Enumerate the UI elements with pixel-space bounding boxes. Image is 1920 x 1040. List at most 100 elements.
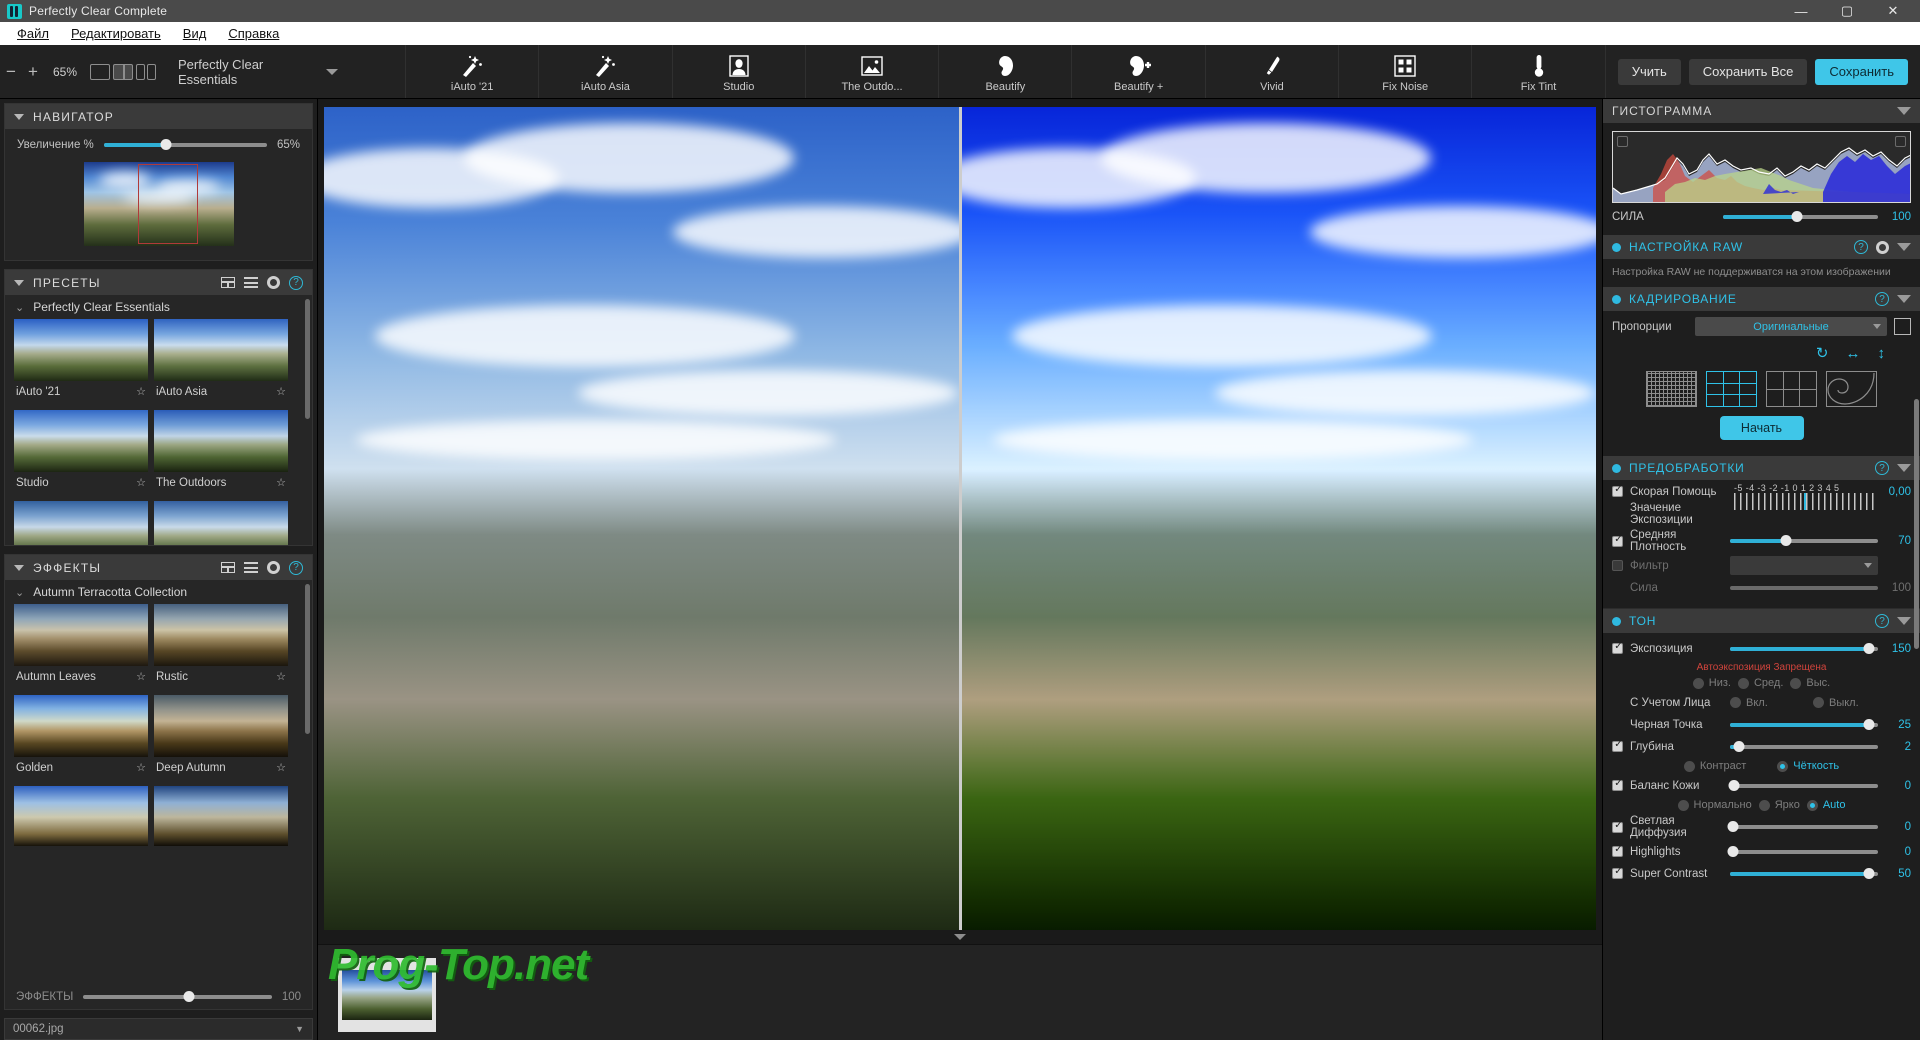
overlay-dense-grid[interactable] <box>1646 371 1697 407</box>
file-selector[interactable]: 00062.jpg ▼ <box>4 1018 313 1040</box>
effect-item[interactable]: Deep Autumn ☆ <box>154 695 288 780</box>
side-by-side-view-icon[interactable] <box>136 63 156 80</box>
chevron-down-icon[interactable]: ▼ <box>295 1024 304 1034</box>
save-button[interactable]: Сохранить <box>1815 58 1908 85</box>
preset-item[interactable]: Beautify☆ <box>14 501 148 545</box>
favorite-star-icon[interactable]: ☆ <box>276 385 286 398</box>
overlay-golden-spiral[interactable] <box>1826 371 1877 407</box>
density-checkbox[interactable] <box>1612 534 1624 547</box>
split-view-icon[interactable] <box>113 63 133 80</box>
toolbar-item-studio[interactable]: Studio <box>671 45 805 98</box>
toolbar-item-iauto21[interactable]: iAuto '21 <box>405 45 538 98</box>
gear-icon[interactable] <box>267 561 280 574</box>
flip-vertical-icon[interactable]: ↕ <box>1878 345 1886 362</box>
effect-item-partial[interactable] <box>14 786 148 846</box>
grid-view-icon[interactable] <box>221 277 235 288</box>
super-contrast-slider[interactable] <box>1730 867 1878 879</box>
maximize-button[interactable]: ▢ <box>1824 0 1870 22</box>
chevron-down-icon[interactable] <box>1897 295 1911 303</box>
help-icon[interactable]: ? <box>289 275 303 290</box>
minimize-button[interactable]: — <box>1778 0 1824 22</box>
crop-header[interactable]: КАДРИРОВАНИЕ ? <box>1603 287 1920 311</box>
overlay-thirds-grid[interactable] <box>1706 371 1757 407</box>
image-after-pane[interactable] <box>961 107 1596 930</box>
image-before-pane[interactable] <box>324 107 959 930</box>
section-enabled-dot-icon[interactable] <box>1612 616 1621 626</box>
image-viewer[interactable] <box>324 107 1596 930</box>
chevron-down-icon[interactable] <box>1897 617 1911 625</box>
tone-exposure-slider[interactable] <box>1730 642 1878 654</box>
preset-item[interactable]: Studio ☆ <box>14 410 148 495</box>
grid-view-icon[interactable] <box>221 562 235 573</box>
toolbar-item-fix-tint[interactable]: Fix Tint <box>1471 45 1604 98</box>
favorite-star-icon[interactable]: ☆ <box>276 670 286 683</box>
face-aware-on[interactable]: Вкл. <box>1730 697 1806 709</box>
presets-scrollbar[interactable] <box>305 299 310 419</box>
filter-checkbox[interactable] <box>1612 560 1623 571</box>
list-view-icon[interactable] <box>244 562 258 573</box>
help-icon[interactable]: ? <box>1854 240 1868 254</box>
skin-balance-slider[interactable] <box>1728 779 1878 791</box>
effects-group-row[interactable]: ⌄ Autumn Terracotta Collection <box>5 580 312 604</box>
crop-icon[interactable] <box>1894 318 1911 335</box>
depth-mode-clarity[interactable]: Чёткость <box>1777 760 1839 772</box>
skin-balance-checkbox[interactable] <box>1612 778 1624 791</box>
toolbar-item-vivid[interactable]: Vivid <box>1204 45 1338 98</box>
histogram-header[interactable]: ГИСТОГРАММА <box>1603 99 1920 123</box>
histogram-strength-slider[interactable] <box>1723 211 1878 222</box>
super-contrast-checkbox[interactable] <box>1612 866 1624 879</box>
chevron-down-icon[interactable] <box>1897 107 1911 115</box>
list-view-icon[interactable] <box>244 277 258 288</box>
crop-start-button[interactable]: Начать <box>1719 416 1804 440</box>
effect-item[interactable]: Rustic ☆ <box>154 604 288 689</box>
zoom-in-button[interactable]: + <box>22 59 44 85</box>
depth-checkbox[interactable] <box>1612 739 1624 752</box>
highlights-checkbox[interactable] <box>1612 844 1624 857</box>
help-icon[interactable]: ? <box>1875 292 1889 306</box>
favorite-star-icon[interactable]: ☆ <box>136 761 146 774</box>
blackpoint-slider[interactable] <box>1730 718 1878 730</box>
zoom-out-button[interactable]: − <box>0 59 22 85</box>
section-enabled-dot-icon[interactable] <box>1612 463 1621 473</box>
light-diffusion-checkbox[interactable] <box>1612 820 1624 833</box>
help-icon[interactable]: ? <box>1875 614 1889 628</box>
menu-help[interactable]: Справка <box>217 26 290 41</box>
presets-scroll-area[interactable]: ⌄ Perfectly Clear Essentials iAuto '21 ☆ … <box>5 295 312 545</box>
skin-mode-auto[interactable]: Auto <box>1806 799 1845 811</box>
preset-selector[interactable]: Perfectly Clear Essentials <box>178 57 338 87</box>
preprocess-header[interactable]: ПРЕДОБРАБОТКИ ? <box>1603 456 1920 480</box>
learn-button[interactable]: Учить <box>1617 58 1681 85</box>
preset-item[interactable]: iAuto Asia ☆ <box>154 319 288 404</box>
chevron-down-icon[interactable] <box>14 113 24 120</box>
presets-group-row[interactable]: ⌄ Perfectly Clear Essentials <box>5 295 312 319</box>
chevron-down-icon[interactable] <box>1897 464 1911 472</box>
effect-item[interactable]: Autumn Leaves ☆ <box>14 604 148 689</box>
toolbar-item-outdoors[interactable]: The Outdo... <box>804 45 938 98</box>
favorite-star-icon[interactable]: ☆ <box>136 476 146 489</box>
tone-level-high[interactable]: Выс. <box>1790 677 1830 689</box>
effect-item-partial[interactable] <box>154 786 288 846</box>
preprocess-strength-slider[interactable] <box>1730 585 1878 590</box>
menu-file[interactable]: Файл <box>6 26 60 41</box>
favorite-star-icon[interactable]: ☆ <box>136 670 146 683</box>
right-panel-scrollbar[interactable] <box>1914 399 1919 649</box>
filmstrip-collapse-toggle[interactable] <box>318 930 1602 944</box>
effects-scrollbar[interactable] <box>305 584 310 734</box>
save-all-button[interactable]: Сохранить Все <box>1688 58 1808 85</box>
filmstrip[interactable] <box>318 944 1602 1040</box>
density-slider[interactable] <box>1730 535 1878 546</box>
chevron-down-icon[interactable] <box>14 279 24 286</box>
rotate-icon[interactable]: ↻ <box>1816 344 1829 362</box>
quick-fix-checkbox[interactable] <box>1612 484 1624 497</box>
depth-mode-contrast[interactable]: Контраст <box>1683 760 1746 772</box>
face-aware-off[interactable]: Выкл. <box>1813 697 1859 709</box>
single-view-icon[interactable] <box>90 63 110 80</box>
light-diffusion-slider[interactable] <box>1727 821 1878 832</box>
preset-item[interactable]: Beautify +☆ <box>154 501 288 545</box>
section-enabled-dot-icon[interactable] <box>1612 294 1621 304</box>
navigator-header[interactable]: НАВИГАТОР <box>5 104 312 129</box>
chevron-down-icon[interactable] <box>14 564 24 571</box>
skin-mode-vivid[interactable]: Ярко <box>1758 799 1800 811</box>
menu-edit[interactable]: Редактировать <box>60 26 172 41</box>
overlay-grid[interactable] <box>1766 371 1817 407</box>
